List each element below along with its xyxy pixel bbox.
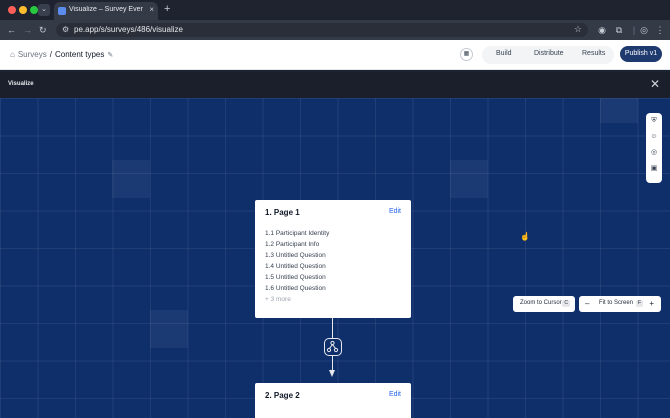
profile-icon[interactable]: ◎ <box>638 24 650 36</box>
page-title: 1. Page 1 <box>265 208 300 217</box>
address-bar[interactable]: ⚙ pe.app/s/surveys/486/visualize ☆ <box>56 23 588 37</box>
page-title: 2. Page 2 <box>265 391 300 400</box>
visualize-modal-header: Visualize ✕ <box>0 72 670 98</box>
bookmark-star-icon[interactable]: ☆ <box>574 24 582 35</box>
browser-toolbar: ← → ↻ ⚙ pe.app/s/surveys/486/visualize ☆… <box>0 20 670 40</box>
zoom-controls: – Fit to Screen F + <box>579 296 661 312</box>
zoom-out-button[interactable]: – <box>585 299 589 308</box>
shortcut-badge: F <box>636 300 644 307</box>
back-arrow-icon[interactable]: ← <box>7 24 16 36</box>
breadcrumb: ⌂ Surveys / Content types ✎ <box>10 50 113 59</box>
question-item[interactable]: 1.6 Untitled Question <box>265 285 326 292</box>
breadcrumb-separator: / <box>49 50 52 59</box>
grid-highlight <box>450 160 488 198</box>
favicon-icon <box>58 7 66 15</box>
url-text[interactable]: pe.app/s/surveys/486/visualize <box>74 25 183 34</box>
app-header: ⌂ Surveys / Content types ✎ ▦ Build Dist… <box>0 40 670 70</box>
reload-icon[interactable]: ↻ <box>39 24 47 36</box>
grid-highlight <box>150 310 188 348</box>
menu-kebab-icon[interactable]: ⋮ <box>654 24 666 36</box>
users-icon[interactable]: ☺ <box>650 133 658 141</box>
home-icon[interactable]: ⌂ <box>10 50 15 59</box>
browser-tab-bar: ⌄ Visualize – Survey Everywhe × + <box>0 0 670 20</box>
question-item[interactable]: 1.5 Untitled Question <box>265 274 326 281</box>
shield-icon[interactable]: ⛨ <box>650 117 658 125</box>
survey-tabs: Build Distribute Results <box>482 46 614 64</box>
pointer-cursor-icon: ☝ <box>520 232 530 241</box>
edit-page-link[interactable]: Edit <box>389 391 401 398</box>
breadcrumb-current: Content types <box>54 50 105 59</box>
flow-connector <box>332 318 333 338</box>
extension-icon[interactable]: ◉ <box>596 24 608 36</box>
visualize-canvas[interactable]: 1. Page 1 Edit 1.1 Participant Identity … <box>0 98 670 418</box>
question-item[interactable]: 1.2 Participant Info <box>265 241 319 248</box>
flow-connector <box>332 356 333 371</box>
edit-page-link[interactable]: Edit <box>389 208 401 215</box>
page-card[interactable]: 1. Page 1 Edit 1.1 Participant Identity … <box>255 200 411 318</box>
canvas-side-toolbar: ⛨ ☺ ◎ ▣ <box>646 113 662 183</box>
arrow-down-icon <box>329 370 335 377</box>
page-card[interactable]: 2. Page 2 Edit <box>255 383 411 418</box>
tab-results[interactable]: Results <box>582 50 605 57</box>
site-info-icon[interactable]: ⚙ <box>62 25 69 34</box>
publish-button[interactable]: Publish v1 <box>620 46 662 62</box>
tab-close-button[interactable]: × <box>149 5 154 14</box>
forward-arrow-icon[interactable]: → <box>23 24 32 36</box>
zoom-in-button[interactable]: + <box>649 299 654 308</box>
question-item[interactable]: 1.3 Untitled Question <box>265 252 326 259</box>
zoom-to-cursor-label: Zoom to Cursor <box>520 300 562 306</box>
calendar-icon[interactable]: ▦ <box>460 48 473 61</box>
shortcut-badge: C <box>562 300 570 307</box>
tab-list-button[interactable]: ⌄ <box>38 4 50 16</box>
new-tab-button[interactable]: + <box>164 3 170 15</box>
fit-to-screen-label[interactable]: Fit to Screen <box>599 300 633 306</box>
window-close-button[interactable] <box>8 6 16 14</box>
tab-title: Visualize – Survey Everywhe <box>69 6 143 13</box>
window-maximize-button[interactable] <box>30 6 38 14</box>
tab-distribute[interactable]: Distribute <box>534 50 564 57</box>
pencil-icon[interactable]: ✎ <box>107 51 113 59</box>
compass-icon[interactable]: ◎ <box>650 149 658 157</box>
breadcrumb-surveys[interactable]: Surveys <box>18 50 47 59</box>
extensions-puzzle-icon[interactable]: ⧉ <box>613 24 625 36</box>
grid-highlight <box>112 160 150 198</box>
zoom-to-cursor-button[interactable]: Zoom to Cursor C <box>513 296 575 312</box>
browser-tab[interactable]: Visualize – Survey Everywhe × <box>54 2 158 20</box>
settings-icon[interactable]: ▣ <box>650 165 658 173</box>
modal-title: Visualize <box>8 81 34 87</box>
branch-logic-icon[interactable] <box>324 338 342 356</box>
question-item[interactable]: 1.4 Untitled Question <box>265 263 326 270</box>
question-item[interactable]: 1.1 Participant Identity <box>265 230 329 237</box>
more-questions-link[interactable]: + 3 more <box>265 296 291 303</box>
window-minimize-button[interactable] <box>19 6 27 14</box>
close-icon[interactable]: ✕ <box>650 78 660 90</box>
grid-highlight <box>600 98 638 123</box>
tab-build[interactable]: Build <box>496 50 512 57</box>
